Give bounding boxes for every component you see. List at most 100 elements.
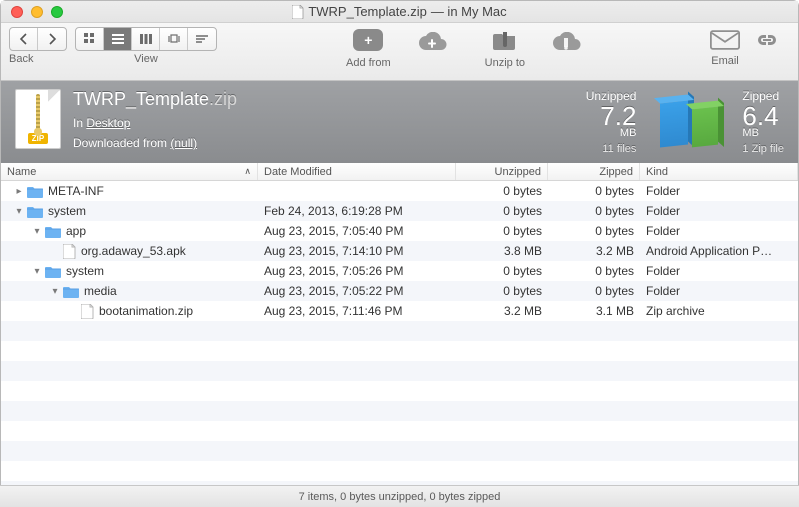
zipped-stat-files: 1 Zip file (742, 143, 784, 155)
table-row[interactable]: ▾systemAug 23, 2015, 7:05:26 PM0 bytes0 … (1, 261, 798, 281)
column-header-zipped-label: Zipped (599, 166, 633, 178)
disclosure-triangle[interactable]: ▾ (32, 266, 42, 277)
window-title-filename: TWRP_Template.zip (308, 4, 426, 19)
archive-location-line: In Desktop (73, 116, 237, 130)
row-zipped-size: 0 bytes (548, 204, 640, 218)
size-bar-chart (654, 94, 724, 150)
disclosure-triangle[interactable]: ▾ (32, 226, 42, 237)
close-window-button[interactable] (11, 6, 23, 18)
add-from-label: Add from (346, 57, 391, 69)
disclosure-triangle[interactable]: ▸ (14, 186, 24, 197)
row-kind: Folder (640, 284, 798, 298)
in-location-link[interactable]: Desktop (86, 116, 130, 130)
add-from-button[interactable]: + (353, 27, 383, 53)
traffic-lights (1, 6, 63, 18)
view-icon-mode[interactable] (76, 28, 104, 50)
row-kind: Android Application P… (640, 244, 798, 258)
row-unzipped-size: 0 bytes (456, 184, 548, 198)
table-row-empty (1, 381, 798, 401)
in-prefix: In (73, 116, 86, 130)
file-icon (63, 244, 76, 259)
column-header-name[interactable]: Name ∧ (1, 163, 258, 180)
table-row[interactable]: ▾mediaAug 23, 2015, 7:05:22 PM0 bytes0 b… (1, 281, 798, 301)
add-from-icon: + (353, 29, 383, 51)
window-title-suffix: — in My Mac (431, 4, 507, 19)
row-filename: system (48, 204, 86, 218)
row-filename: META-INF (48, 184, 104, 198)
disclosure-triangle (68, 306, 78, 317)
minimize-window-button[interactable] (31, 6, 43, 18)
table-row[interactable]: org.adaway_53.apkAug 23, 2015, 7:14:10 P… (1, 241, 798, 261)
add-from-cloud-button[interactable] (417, 29, 447, 55)
cloud-plus-icon (417, 32, 447, 52)
column-header-kind-label: Kind (646, 166, 668, 178)
view-options-button[interactable] (188, 28, 216, 50)
zipped-stat-value: 6.4 (742, 103, 784, 129)
row-unzipped-size: 0 bytes (456, 204, 548, 218)
folder-icon (27, 205, 43, 218)
downloaded-source-link[interactable]: (null) (170, 136, 197, 150)
table-row[interactable]: bootanimation.zipAug 23, 2015, 7:11:46 P… (1, 301, 798, 321)
unzip-folder-icon (493, 29, 517, 51)
file-icon (81, 304, 94, 319)
chart-bar-zipped (692, 107, 718, 148)
chart-bar-unzipped (660, 101, 688, 148)
column-header-zipped[interactable]: Zipped (548, 163, 640, 180)
row-unzipped-size: 0 bytes (456, 224, 548, 238)
table-header: Name ∧ Date Modified Unzipped Zipped Kin… (1, 163, 798, 181)
file-list: ▸META-INF0 bytes0 bytesFolder▾systemFeb … (1, 181, 798, 481)
table-row[interactable]: ▾appAug 23, 2015, 7:05:40 PM0 bytes0 byt… (1, 221, 798, 241)
forward-button[interactable] (38, 28, 66, 50)
column-header-kind[interactable]: Kind (640, 163, 798, 180)
back-button[interactable] (10, 28, 38, 50)
downloaded-prefix: Downloaded from (73, 136, 170, 150)
row-filename: app (66, 224, 86, 238)
table-row-empty (1, 461, 798, 481)
row-unzipped-size: 3.2 MB (456, 304, 548, 318)
row-zipped-size: 0 bytes (548, 224, 640, 238)
email-button[interactable] (710, 27, 740, 53)
column-header-date-modified[interactable]: Date Modified (258, 163, 456, 180)
unzip-to-label: Unzip to (485, 57, 525, 69)
unzipped-stat-files: 11 files (586, 143, 637, 155)
unzip-to-cloud-button[interactable] (551, 29, 581, 55)
view-coverflow-mode[interactable] (160, 28, 188, 50)
table-row-empty (1, 421, 798, 441)
row-kind: Folder (640, 224, 798, 238)
row-date-modified: Aug 23, 2015, 7:05:40 PM (258, 224, 456, 238)
folder-icon (45, 225, 61, 238)
nav-back-forward (9, 27, 67, 51)
row-zipped-size: 0 bytes (548, 184, 640, 198)
share-link-button[interactable] (752, 27, 782, 53)
row-filename: media (84, 284, 117, 298)
view-list-mode[interactable] (104, 28, 132, 50)
row-zipped-size: 3.1 MB (548, 304, 640, 318)
archive-basename: TWRP_Template (73, 89, 209, 109)
column-header-unzipped[interactable]: Unzipped (456, 163, 548, 180)
column-header-unzipped-label: Unzipped (495, 166, 541, 178)
folder-icon (63, 285, 79, 298)
row-kind: Folder (640, 184, 798, 198)
maximize-window-button[interactable] (51, 6, 63, 18)
archive-summary: ZIP TWRP_Template.zip In Desktop Downloa… (1, 81, 798, 163)
table-row-empty (1, 441, 798, 461)
disclosure-triangle[interactable]: ▾ (50, 286, 60, 297)
row-unzipped-size: 0 bytes (456, 264, 548, 278)
table-row[interactable]: ▾systemFeb 24, 2013, 6:19:28 PM0 bytes0 … (1, 201, 798, 221)
column-header-date-label: Date Modified (264, 166, 332, 178)
envelope-icon (710, 29, 740, 51)
zipped-stat: Zipped 6.4 MB 1 Zip file (742, 89, 784, 155)
table-row-empty (1, 321, 798, 341)
disclosure-triangle[interactable]: ▾ (14, 206, 24, 217)
archive-extension: .zip (209, 89, 237, 109)
unzip-to-button[interactable] (490, 27, 520, 53)
status-text: 7 items, 0 bytes unzipped, 0 bytes zippe… (299, 491, 501, 503)
row-kind: Zip archive (640, 304, 798, 318)
table-row[interactable]: ▸META-INF0 bytes0 bytesFolder (1, 181, 798, 201)
table-row-empty (1, 341, 798, 361)
row-filename: bootanimation.zip (99, 304, 193, 318)
view-column-mode[interactable] (132, 28, 160, 50)
unzipped-stat-value: 7.2 (586, 103, 637, 129)
titlebar: TWRP_Template.zip — in My Mac (1, 1, 798, 23)
disclosure-triangle (50, 246, 60, 257)
